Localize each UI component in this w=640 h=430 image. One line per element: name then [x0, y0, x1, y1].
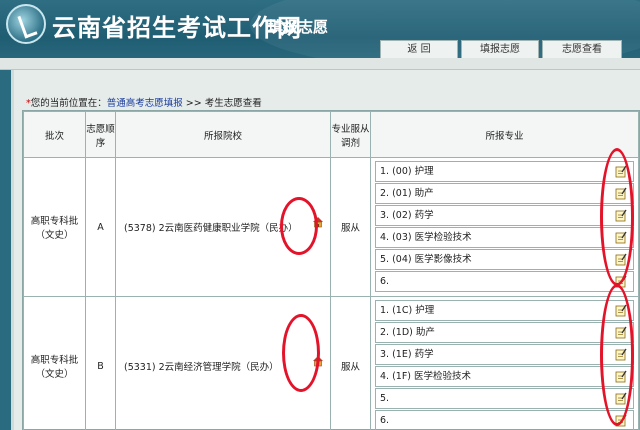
major-label: 1. (1C) 护理 [380, 305, 435, 316]
major-label: 2. (1D) 助产 [380, 327, 435, 338]
header-order: 志愿顺序 [85, 111, 116, 158]
breadcrumb-separator: >> [182, 98, 205, 109]
majors-cell: 1. (1C) 护理 2. (1D) 助产 3. (1E) 药学 4. (1F)… [370, 296, 639, 430]
header-school: 所报院校 [115, 111, 331, 158]
school-cell: (5331) 2云南经济管理学院（民办） [115, 296, 331, 430]
school-home-icon[interactable] [312, 216, 324, 228]
edit-icon[interactable] [615, 326, 627, 339]
obey-cell: 服从 [330, 157, 371, 297]
table-row: 高职专科批（文史） A (5378) 2云南医药健康职业学院（民办） 服从 1.… [23, 157, 639, 297]
breadcrumb: *您的当前位置在：普通高考志愿填报 >> 考生志愿查看 [26, 95, 262, 109]
breadcrumb-current: 考生志愿查看 [204, 98, 262, 109]
edit-icon[interactable] [615, 304, 627, 317]
major-label: 5. [380, 393, 390, 404]
breadcrumb-link[interactable]: 普通高考志愿填报 [107, 98, 183, 109]
table-header-row: 批次 志愿顺序 所报院校 专业服从调剂 所报专业 [23, 111, 639, 158]
edit-icon[interactable] [615, 253, 627, 266]
major-item: 6. [375, 271, 634, 292]
school-name: (5331) 2云南经济管理学院（民办） [124, 362, 279, 373]
major-item: 6. [375, 410, 634, 430]
major-label: 3. (1E) 药学 [380, 349, 434, 360]
header-stripe [0, 58, 640, 70]
major-label: 5. (04) 医学影像技术 [380, 254, 472, 265]
major-item: 5. [375, 388, 634, 409]
school-home-icon[interactable] [312, 355, 324, 367]
major-item: 4. (03) 医学检验技术 [375, 227, 634, 248]
table-row: 高职专科批（文史） B (5331) 2云南经济管理学院（民办） 服从 1. (… [23, 296, 639, 430]
major-label: 3. (02) 药学 [380, 210, 434, 221]
edit-icon[interactable] [615, 414, 627, 427]
major-label: 6. [380, 415, 390, 426]
major-item: 3. (02) 药学 [375, 205, 634, 226]
left-sidebar-bar [0, 70, 14, 430]
top-nav: 返 回 填报志愿 志愿查看 [380, 40, 622, 58]
edit-icon[interactable] [615, 187, 627, 200]
major-label: 1. (00) 护理 [380, 166, 434, 177]
logo-icon [6, 4, 46, 44]
header-batch: 批次 [23, 111, 86, 158]
major-item: 3. (1E) 药学 [375, 344, 634, 365]
major-item: 2. (1D) 助产 [375, 322, 634, 343]
header-majors: 所报专业 [370, 111, 639, 158]
major-label: 4. (03) 医学检验技术 [380, 232, 472, 243]
edit-icon[interactable] [615, 165, 627, 178]
edit-icon[interactable] [615, 209, 627, 222]
page-subtitle: 填报志愿 [268, 18, 329, 36]
batch-cell: 高职专科批（文史） [23, 157, 86, 297]
breadcrumb-prefix: 您的当前位置在： [30, 98, 107, 109]
major-label: 2. (01) 助产 [380, 188, 434, 199]
major-item: 5. (04) 医学影像技术 [375, 249, 634, 270]
site-title: 云南省招生考试工作网 [52, 14, 302, 42]
major-item: 1. (1C) 护理 [375, 300, 634, 321]
tab-fill-preferences[interactable]: 填报志愿 [461, 40, 539, 58]
order-cell: A [85, 157, 116, 297]
edit-icon[interactable] [615, 348, 627, 361]
edit-icon[interactable] [615, 231, 627, 244]
batch-cell: 高职专科批（文史） [23, 296, 86, 430]
major-item: 1. (00) 护理 [375, 161, 634, 182]
major-label: 6. [380, 276, 390, 287]
tab-view-preferences[interactable]: 志愿查看 [542, 40, 622, 58]
edit-icon[interactable] [615, 392, 627, 405]
preferences-table: 批次 志愿顺序 所报院校 专业服从调剂 所报专业 高职专科批（文史） A (53… [22, 110, 640, 430]
obey-cell: 服从 [330, 296, 371, 430]
major-item: 4. (1F) 医学检验技术 [375, 366, 634, 387]
major-label: 4. (1F) 医学检验技术 [380, 371, 472, 382]
school-name: (5378) 2云南医药健康职业学院（民办） [124, 223, 298, 234]
order-cell: B [85, 296, 116, 430]
header-obey: 专业服从调剂 [330, 111, 371, 158]
major-item: 2. (01) 助产 [375, 183, 634, 204]
tab-back[interactable]: 返 回 [380, 40, 458, 58]
majors-cell: 1. (00) 护理 2. (01) 助产 3. (02) 药学 4. (03)… [370, 157, 639, 297]
edit-icon[interactable] [615, 275, 627, 288]
edit-icon[interactable] [615, 370, 627, 383]
school-cell: (5378) 2云南医药健康职业学院（民办） [115, 157, 331, 297]
